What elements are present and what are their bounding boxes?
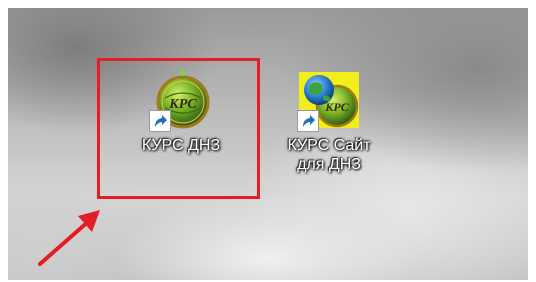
red-pointer-arrow-icon	[38, 210, 100, 266]
shortcut-arrow-icon	[297, 110, 319, 132]
desktop-icon-label-line-1: КУРС Сайт	[287, 137, 371, 154]
svg-text:КРС: КРС	[324, 100, 349, 114]
highlight-box	[97, 58, 260, 199]
desktop: КРС КУРС ДНЗ КРС КУРС Сайт для ДНЗ	[8, 8, 528, 280]
kurs-site-globe-icon: КРС	[297, 68, 361, 132]
desktop-icon-label-line-2: для ДНЗ	[297, 156, 361, 173]
desktop-icon-label: КУРС Сайт для ДНЗ	[274, 136, 384, 174]
desktop-icon-kurs-site[interactable]: КРС КУРС Сайт для ДНЗ	[274, 68, 384, 174]
